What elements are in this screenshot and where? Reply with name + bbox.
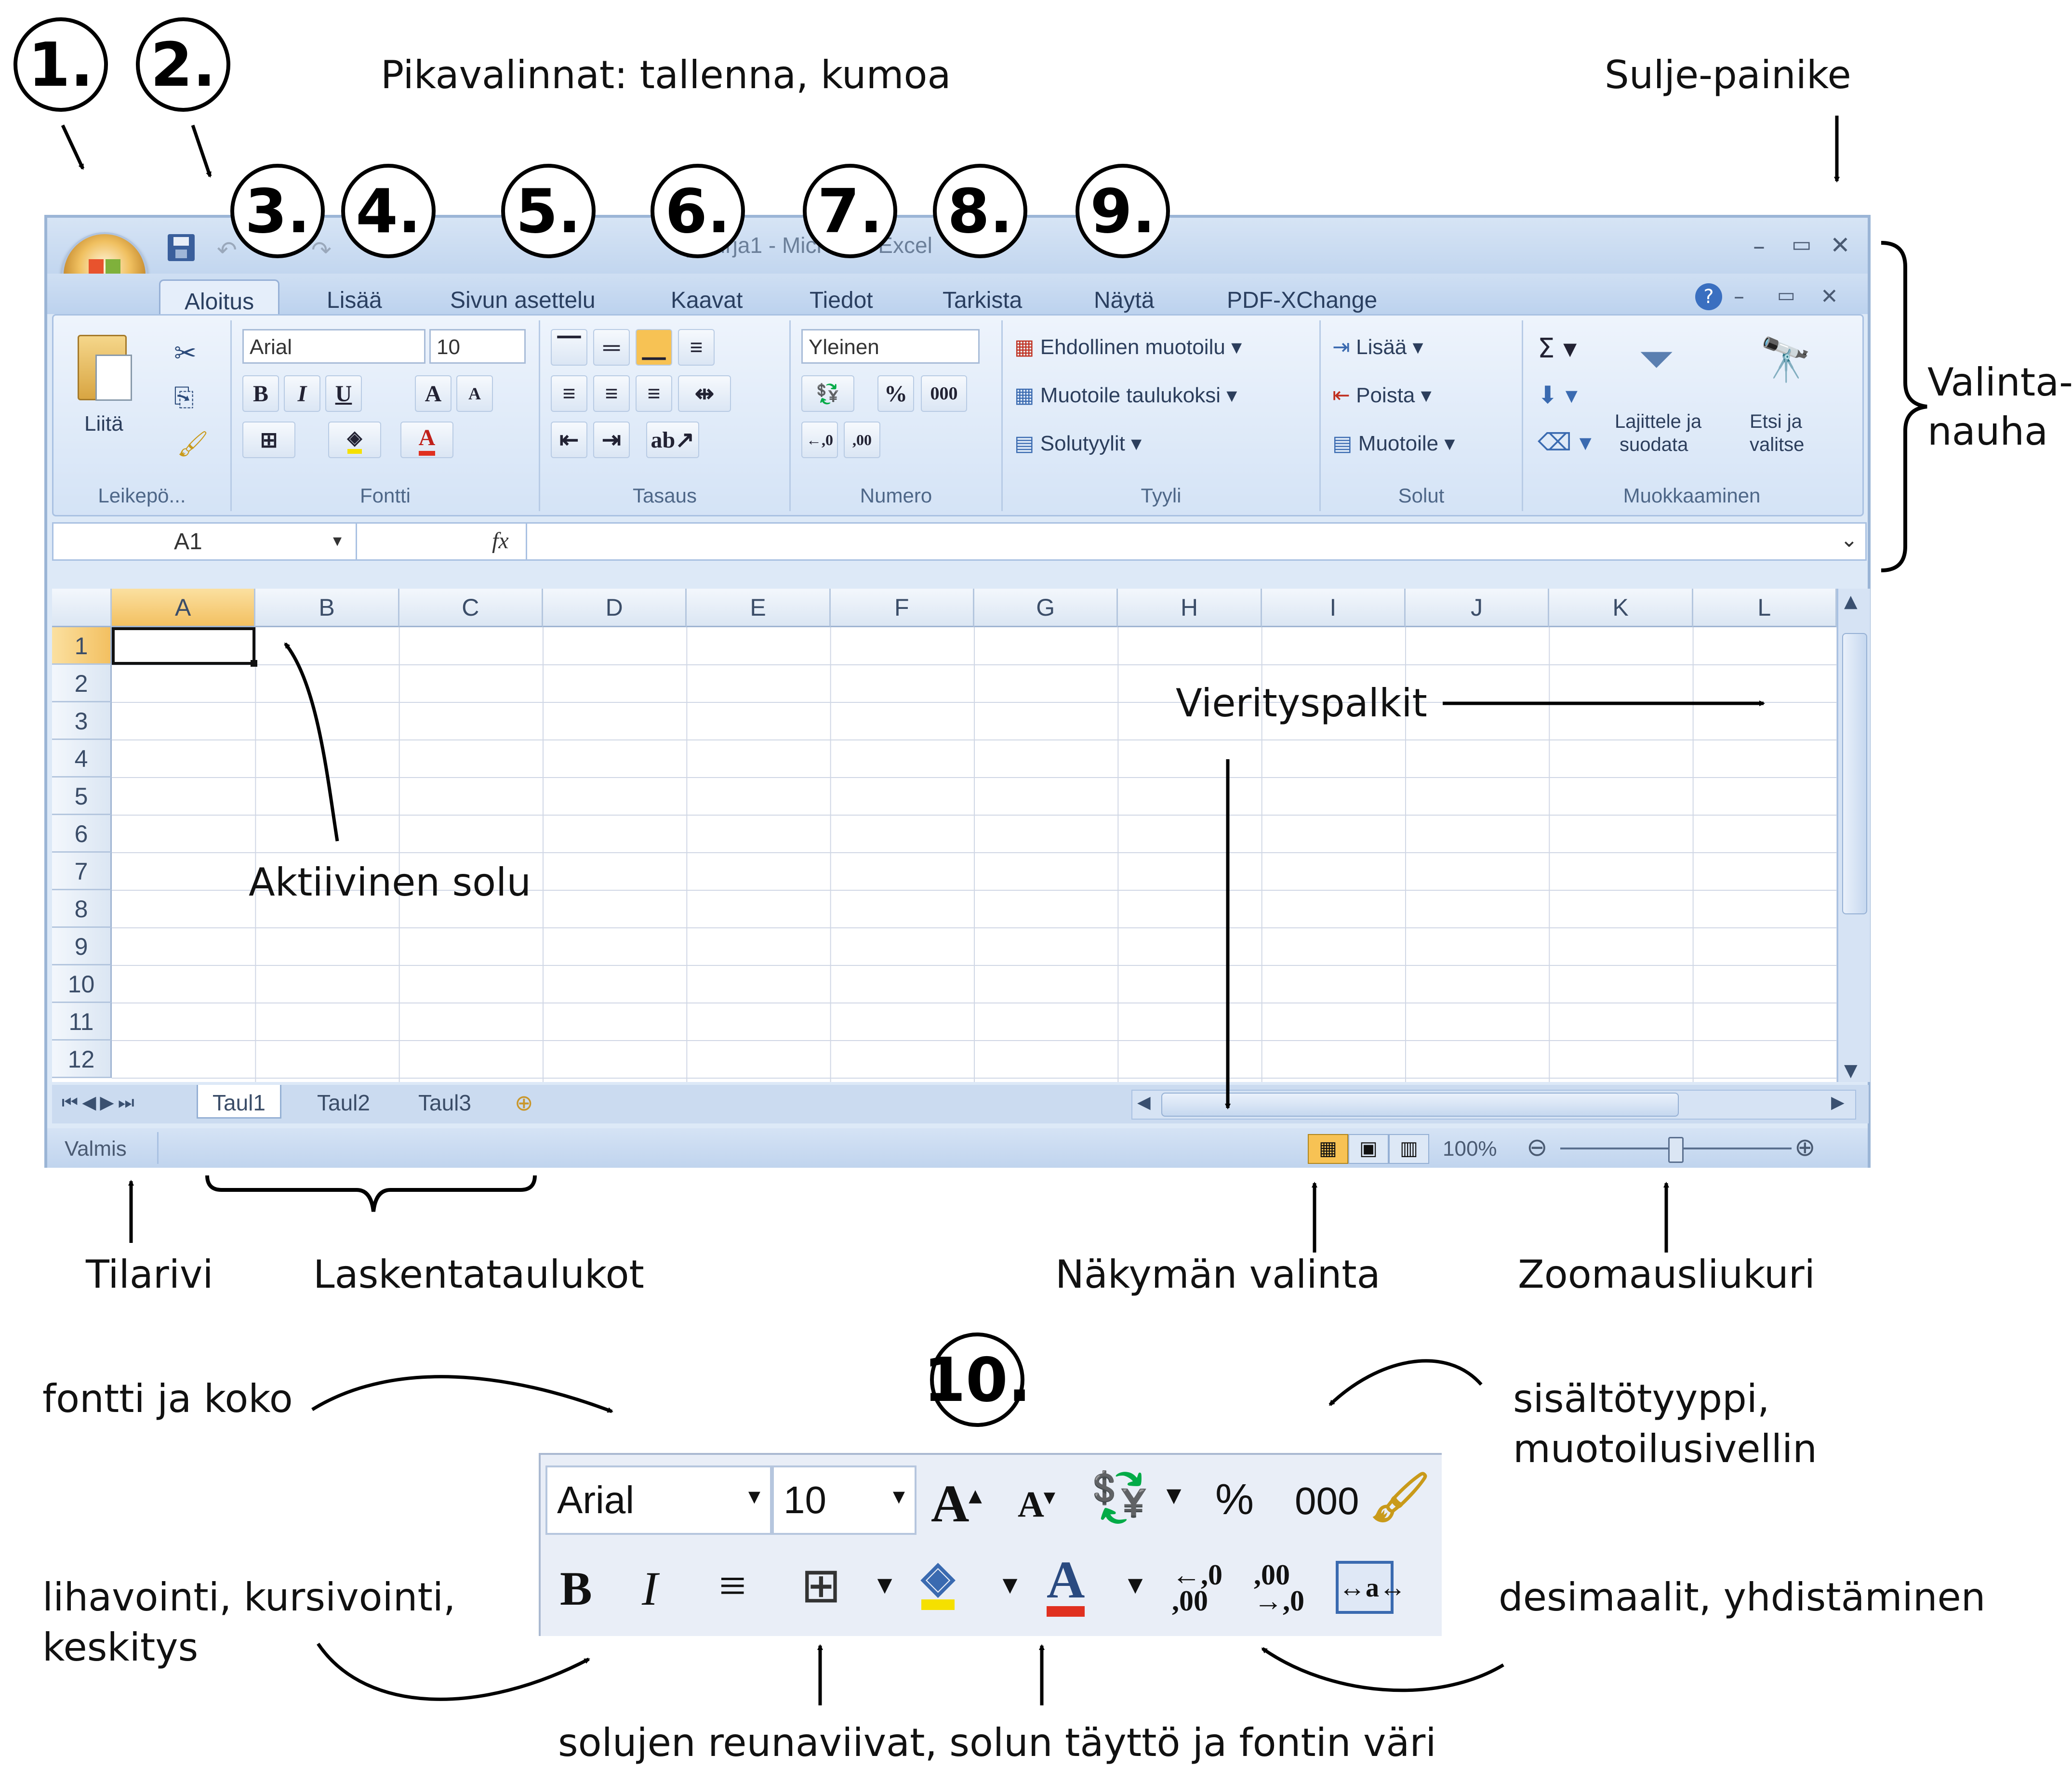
annotation-arrows [61,116,1840,1705]
arrow-callout-1 [61,124,85,170]
arrow-decimals [1261,1647,1504,1692]
arrow-content-type [1328,1359,1483,1406]
arrow-bold-italic [317,1643,590,1701]
arrow-active-cell [284,642,339,842]
arrow-font-size [311,1375,613,1413]
arrow-callout-2 [191,124,212,178]
